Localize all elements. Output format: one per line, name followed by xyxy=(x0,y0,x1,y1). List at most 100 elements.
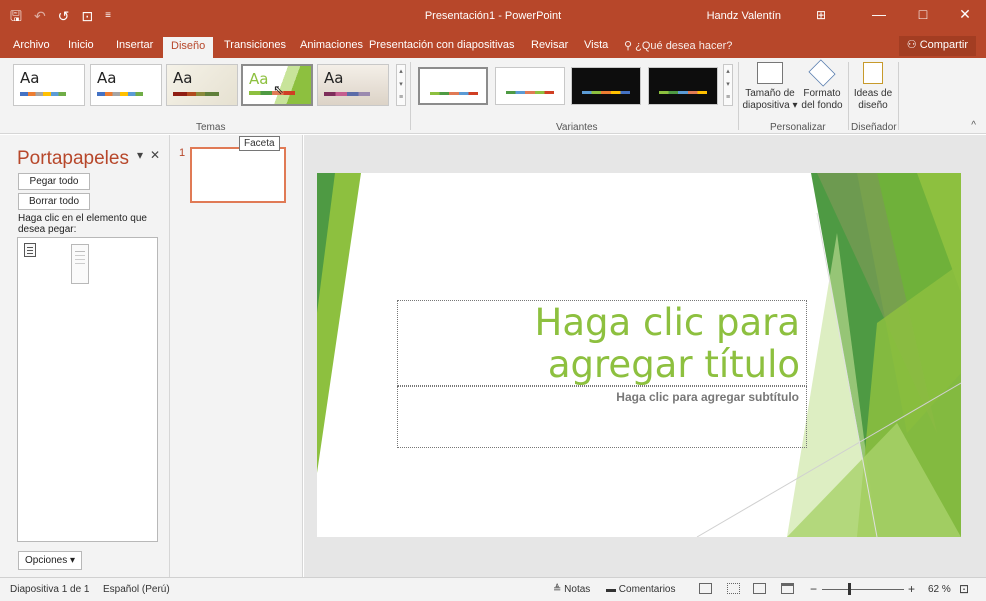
slide-size-label-2: diapositiva ▾ xyxy=(742,100,798,111)
format-background-label-2: del fondo xyxy=(801,100,843,111)
title-placeholder[interactable]: Haga clic para agregar título xyxy=(397,300,807,386)
comment-icon: ▬ xyxy=(606,584,616,595)
title-placeholder-text: Haga clic para agregar título xyxy=(534,301,800,386)
tell-me-label: ¿Qué desea hacer? xyxy=(635,40,733,52)
tell-me-search[interactable]: ⚲ ¿Qué desea hacer? xyxy=(624,39,732,52)
lightbulb-icon: ⚲ xyxy=(624,40,633,52)
slide-thumbnails-pane: 1 Faceta xyxy=(170,135,303,577)
variants-gallery-scroll[interactable]: ▴ ▾ ≡ xyxy=(723,64,733,106)
subtitle-placeholder[interactable]: Haga clic para agregar subtítulo xyxy=(397,386,807,448)
theme-color-bar xyxy=(173,92,219,96)
share-button[interactable]: ⚇ Compartir xyxy=(898,36,976,56)
theme-thumbnail-office[interactable]: Aa xyxy=(13,64,85,106)
person-icon: ⚇ xyxy=(906,39,917,51)
clipboard-pane-title: Portapapeles xyxy=(17,148,129,169)
subtitle-placeholder-text: Haga clic para agregar subtítulo xyxy=(616,390,799,404)
theme-thumb-text: Aa xyxy=(20,69,40,87)
themes-gallery-scroll[interactable]: ▴ ▾ ≡ xyxy=(396,64,406,106)
slide-number: 1 xyxy=(179,147,186,159)
paint-bucket-icon xyxy=(808,59,836,87)
zoom-out-icon[interactable]: − xyxy=(810,582,817,596)
tab-vista[interactable]: Vista xyxy=(584,39,608,51)
slide-canvas[interactable]: Haga clic para agregar título Haga clic … xyxy=(317,173,961,537)
zoom-level[interactable]: 62 % xyxy=(928,584,951,595)
maximize-icon[interactable]: □ xyxy=(908,6,938,22)
collapse-ribbon-icon[interactable]: ^ xyxy=(971,120,976,131)
variant-color-bar xyxy=(582,91,630,94)
slideshow-icon[interactable] xyxy=(781,583,794,594)
ribbon-display-options-icon[interactable]: ⊞ xyxy=(816,8,826,22)
theme-thumbnail-3[interactable]: Aa xyxy=(166,64,238,106)
user-name[interactable]: Handz Valentín xyxy=(707,10,781,22)
language-indicator[interactable]: Español (Perú) xyxy=(103,584,170,595)
zoom-slider-thumb[interactable] xyxy=(848,583,851,595)
mouse-pointer-icon: ⇖ xyxy=(273,82,284,97)
theme-thumbnail-office-2[interactable]: Aa xyxy=(90,64,162,106)
tab-animaciones[interactable]: Animaciones xyxy=(300,39,363,51)
normal-view-icon[interactable] xyxy=(699,583,712,594)
slide-size-button[interactable]: Tamaño de diapositiva ▾ xyxy=(742,62,798,112)
clipboard-hint: Haga clic en el elemento que desea pegar… xyxy=(18,213,147,235)
theme-color-bar xyxy=(324,92,370,96)
variant-4[interactable] xyxy=(648,67,718,105)
minimize-icon[interactable]: — xyxy=(864,6,894,22)
clear-all-button[interactable]: Borrar todo xyxy=(18,193,90,210)
ribbon-tabs: Archivo Inicio Insertar Diseño Transicio… xyxy=(0,34,986,58)
pane-close-icon[interactable]: ✕ xyxy=(150,148,160,162)
design-ideas-button[interactable]: Ideas de diseño xyxy=(851,62,895,112)
designer-group-label: Diseñador xyxy=(851,122,897,133)
clipboard-item[interactable] xyxy=(71,244,89,284)
tab-diseno[interactable]: Diseño xyxy=(163,37,214,58)
tab-presentacion[interactable]: Presentación con diapositivas xyxy=(369,39,515,51)
theme-thumb-text: Aa xyxy=(173,69,193,87)
variant-color-bar xyxy=(506,91,554,94)
document-title: Presentación1 - PowerPoint xyxy=(424,10,562,22)
theme-thumb-text: Aa xyxy=(324,69,344,87)
themes-group-label: Temas xyxy=(196,122,226,133)
slide-editor: Haga clic para agregar título Haga clic … xyxy=(304,135,986,577)
powerpoint-clip-icon xyxy=(24,243,36,257)
theme-color-bar xyxy=(249,91,295,95)
reading-view-icon[interactable] xyxy=(753,583,766,594)
clipboard-pane: Portapapeles ▾ ✕ Pegar todo Borrar todo … xyxy=(0,135,170,577)
comments-label: Comentarios xyxy=(618,584,676,595)
fit-slide-icon[interactable]: ⊡ xyxy=(959,582,969,596)
format-background-label-1: Formato xyxy=(803,88,841,99)
customize-group-label: Personalizar xyxy=(770,122,826,133)
design-ideas-label-2: diseño xyxy=(858,100,888,111)
tab-archivo[interactable]: Archivo xyxy=(13,39,50,51)
share-label: Compartir xyxy=(919,39,968,51)
comments-button[interactable]: ▬ Comentarios xyxy=(606,584,675,595)
variant-1[interactable] xyxy=(418,67,488,105)
close-icon[interactable]: ✕ xyxy=(950,6,980,23)
pane-options-icon[interactable]: ▾ xyxy=(137,148,143,162)
theme-thumbnail-faceta[interactable]: Aa ⇖ xyxy=(241,64,313,106)
variant-color-bar xyxy=(659,91,707,94)
theme-thumbnail-5[interactable]: Aa xyxy=(317,64,389,106)
zoom-slider[interactable] xyxy=(822,589,904,590)
zoom-in-icon[interactable]: + xyxy=(908,582,915,596)
theme-color-bar xyxy=(97,92,143,96)
format-background-button[interactable]: Formato del fondo xyxy=(798,59,846,112)
notes-button[interactable]: ≜ Notas xyxy=(553,584,590,595)
variant-3[interactable] xyxy=(571,67,641,105)
options-button[interactable]: Opciones ▾ xyxy=(18,551,83,570)
paste-all-button[interactable]: Pegar todo xyxy=(18,173,90,190)
title-bar: 🖫 ↶ ↺ ⊡ ≡ Presentación1 - PowerPoint Han… xyxy=(0,0,986,34)
slide-sorter-icon[interactable] xyxy=(727,583,740,594)
group-separator xyxy=(410,62,411,130)
status-bar: Diapositiva 1 de 1 Español (Perú) ≜ Nota… xyxy=(0,577,986,601)
theme-tooltip: Faceta xyxy=(239,136,280,151)
slide-size-icon xyxy=(757,62,783,84)
group-separator xyxy=(848,62,849,130)
tab-inicio[interactable]: Inicio xyxy=(68,39,94,51)
slide-thumbnail-1[interactable] xyxy=(190,147,286,203)
slide-count: Diapositiva 1 de 1 xyxy=(10,584,90,595)
tab-insertar[interactable]: Insertar xyxy=(116,39,153,51)
variant-2[interactable] xyxy=(495,67,565,105)
tab-revisar[interactable]: Revisar xyxy=(531,39,568,51)
theme-thumb-text: Aa xyxy=(97,69,117,87)
clipboard-items-list xyxy=(17,237,158,542)
theme-thumb-text: Aa xyxy=(249,70,269,88)
tab-transiciones[interactable]: Transiciones xyxy=(224,39,286,51)
